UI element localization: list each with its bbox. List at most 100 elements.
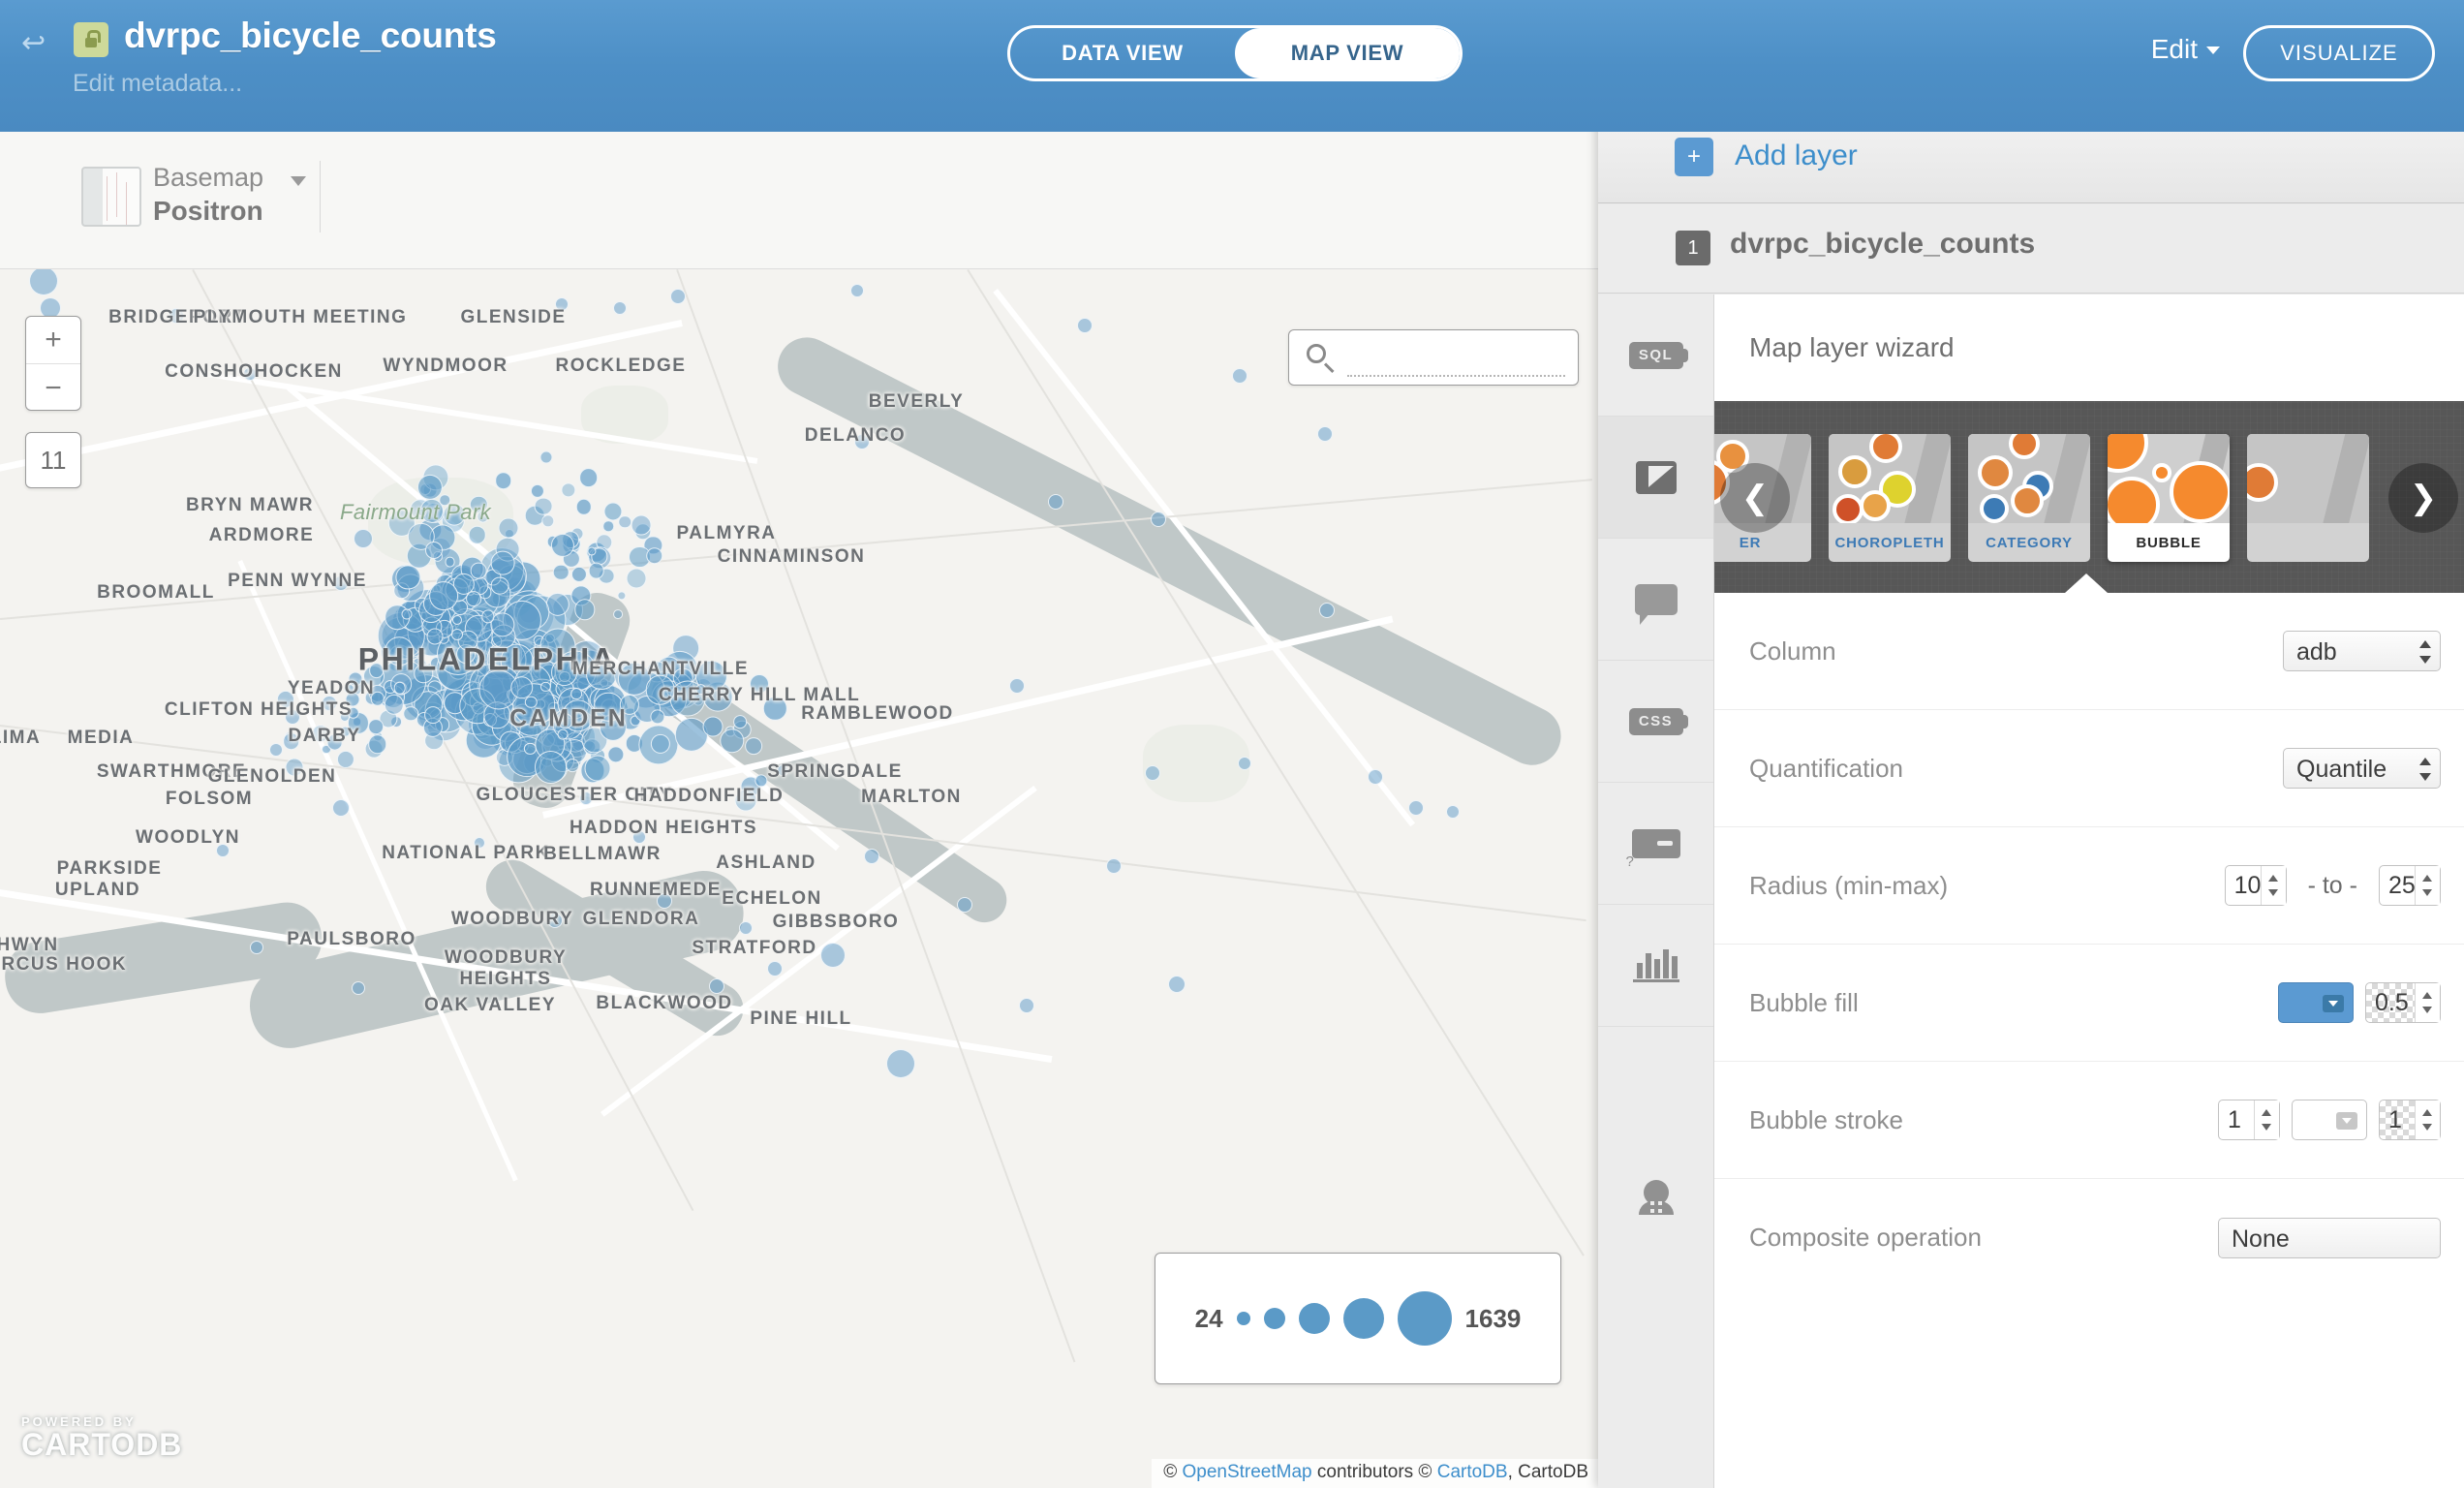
map-bubble-marker[interactable] — [739, 921, 753, 935]
plus-icon[interactable]: + — [1675, 138, 1713, 176]
map-bubble-marker[interactable] — [425, 542, 443, 559]
map-bubble-marker[interactable] — [539, 450, 553, 464]
map-canvas[interactable]: BRIDGEPORT PLYMOUTH MEETING GLENSIDE CONSHO… — [0, 269, 1598, 1488]
tab-data-view[interactable]: DATA VIEW — [1010, 28, 1235, 78]
map-bubble-marker[interactable] — [1077, 318, 1093, 333]
map-bubble-marker[interactable] — [337, 750, 355, 768]
zoom-in-button[interactable]: + — [26, 317, 80, 364]
map-bubble-marker[interactable] — [645, 546, 663, 565]
quantification-select[interactable]: Quantile — [2283, 748, 2441, 789]
map-bubble-marker[interactable] — [470, 562, 487, 579]
map-bubble-marker[interactable] — [850, 284, 864, 297]
cartodb-link[interactable]: CartoDB — [1437, 1462, 1508, 1482]
map-bubble-marker[interactable] — [733, 715, 747, 729]
add-layer-label[interactable]: Add layer — [1735, 140, 1858, 172]
map-bubble-marker[interactable] — [957, 897, 972, 913]
chevron-left-icon[interactable]: ❮ — [1720, 463, 1790, 533]
wizard-card-choropleth[interactable]: CHOROPLETH — [1829, 434, 1951, 562]
chevron-down-icon[interactable] — [291, 176, 306, 186]
map-bubble-marker[interactable] — [490, 550, 515, 575]
map-bubble-marker[interactable] — [650, 709, 665, 725]
map-bubble-marker[interactable] — [494, 472, 512, 489]
stepper-arrows-icon[interactable] — [2415, 1100, 2440, 1139]
map-bubble-marker[interactable] — [613, 609, 624, 620]
map-bubble-marker[interactable] — [1446, 805, 1460, 819]
rail-item-share[interactable] — [1598, 1027, 1713, 1271]
tab-map-view[interactable]: MAP VIEW — [1235, 28, 1460, 78]
rail-item-css[interactable]: CSS — [1598, 661, 1713, 783]
map-bubble-marker[interactable] — [429, 580, 458, 610]
map-bubble-marker[interactable] — [606, 746, 625, 763]
map-bubble-marker[interactable] — [617, 591, 627, 601]
map-search-box[interactable] — [1288, 329, 1579, 386]
map-bubble-marker[interactable] — [490, 576, 509, 596]
visualize-button[interactable]: VISUALIZE — [2243, 25, 2435, 81]
map-bubble-marker[interactable] — [670, 289, 686, 304]
map-bubble-marker[interactable] — [767, 961, 783, 976]
search-input[interactable] — [1347, 340, 1565, 377]
map-bubble-marker[interactable] — [534, 497, 553, 516]
map-bubble-marker[interactable] — [1168, 976, 1186, 993]
map-bubble-marker[interactable] — [1319, 603, 1335, 618]
map-bubble-marker[interactable] — [403, 705, 418, 722]
map-bubble-marker[interactable] — [367, 719, 384, 734]
osm-link[interactable]: OpenStreetMap — [1182, 1462, 1311, 1482]
rail-item-infowindow[interactable] — [1598, 539, 1713, 661]
stepper-arrows-icon[interactable] — [2260, 866, 2286, 905]
map-bubble-marker[interactable] — [578, 468, 599, 488]
rail-item-sql[interactable]: SQL — [1598, 294, 1713, 417]
map-bubble-marker[interactable] — [401, 608, 413, 620]
map-bubble-marker[interactable] — [1151, 512, 1166, 527]
map-bubble-marker[interactable] — [451, 629, 464, 641]
map-bubble-marker[interactable] — [541, 514, 555, 528]
wizard-card-category[interactable]: CATEGORY — [1968, 434, 2090, 562]
map-bubble-marker[interactable] — [1232, 368, 1247, 384]
wizard-card-bubble[interactable]: BUBBLE — [2108, 434, 2230, 562]
map-bubble-marker[interactable] — [626, 568, 647, 589]
map-bubble-marker[interactable] — [367, 734, 387, 754]
map-bubble-marker[interactable] — [531, 483, 545, 498]
map-bubble-marker[interactable] — [820, 943, 846, 968]
map-bubble-marker[interactable] — [588, 563, 604, 579]
map-bubble-marker[interactable] — [1019, 998, 1034, 1013]
map-bubble-marker[interactable] — [1009, 678, 1025, 694]
map-bubble-marker[interactable] — [445, 556, 456, 568]
bubble-fill-color-swatch[interactable] — [2278, 982, 2354, 1023]
layer-name[interactable]: dvrpc_bicycle_counts — [1730, 228, 2035, 261]
map-bubble-marker[interactable] — [354, 529, 373, 548]
map-bubble-marker[interactable] — [864, 849, 879, 864]
wizard-card-next[interactable] — [2247, 434, 2369, 562]
map-bubble-marker[interactable] — [250, 941, 263, 954]
map-bubble-marker[interactable] — [1106, 858, 1122, 874]
rail-item-wizard[interactable] — [1598, 417, 1713, 539]
radius-max-input[interactable]: 25 — [2379, 865, 2441, 906]
map-bubble-marker[interactable] — [352, 981, 365, 995]
map-bubble-marker[interactable] — [534, 751, 568, 784]
map-bubble-marker[interactable] — [384, 695, 404, 715]
edit-metadata-link[interactable]: Edit metadata... — [73, 70, 242, 98]
map-bubble-marker[interactable] — [570, 567, 588, 583]
composite-operation-select[interactable]: None — [2218, 1217, 2441, 1258]
edit-menu-button[interactable]: Edit — [2151, 34, 2220, 65]
rail-item-widgets[interactable] — [1598, 905, 1713, 1027]
map-bubble-marker[interactable] — [423, 706, 442, 724]
back-arrow-icon[interactable]: ↩ — [21, 29, 54, 62]
rail-item-legend[interactable]: ? — [1598, 783, 1713, 905]
map-bubble-marker[interactable] — [1145, 765, 1160, 781]
bubble-stroke-width-input[interactable]: 1 — [2218, 1100, 2280, 1140]
map-bubble-marker[interactable] — [575, 499, 593, 515]
map-bubble-marker[interactable] — [565, 759, 579, 773]
map-bubble-marker[interactable] — [269, 743, 283, 757]
map-bubble-marker[interactable] — [498, 517, 519, 539]
stepper-arrows-icon[interactable] — [2415, 866, 2440, 905]
basemap-value[interactable]: Positron — [153, 196, 263, 227]
map-bubble-marker[interactable] — [584, 755, 611, 782]
map-bubble-marker[interactable] — [570, 687, 582, 699]
map-bubble-marker[interactable] — [468, 525, 486, 544]
bubble-stroke-opacity-input[interactable]: 1 — [2379, 1100, 2441, 1140]
map-bubble-marker[interactable] — [1317, 426, 1333, 442]
map-bubble-marker[interactable] — [613, 301, 627, 315]
stepper-arrows-icon[interactable] — [2254, 1100, 2279, 1139]
radius-min-input[interactable]: 10 — [2224, 865, 2287, 906]
zoom-out-button[interactable]: − — [26, 364, 80, 412]
